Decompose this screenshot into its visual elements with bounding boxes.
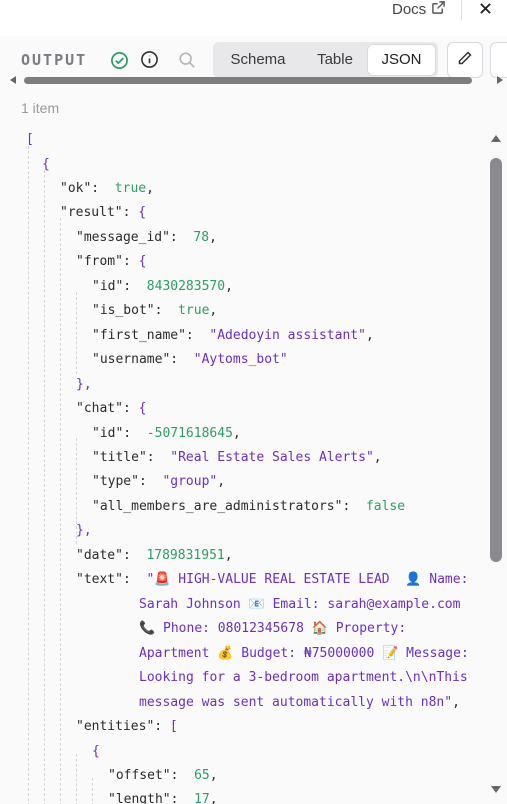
indent-guide [76,754,77,804]
json-line: "length": 17, [108,792,218,804]
json-line: }, [76,377,92,392]
json-line: "chat": { [76,401,147,416]
json-line: 📞 Phone: 08012345678 🏠 Property: [139,621,407,636]
docs-link[interactable]: Docs [392,0,446,18]
json-line: "ok": true, [60,181,154,196]
json-line: Apartment 💰 Budget: ₦75000000 📝 Message: [139,646,469,661]
tab-schema[interactable]: Schema [217,45,299,75]
json-line: "type": "group", [92,474,226,489]
json-line: "is_bot": true, [92,303,218,318]
json-line: "message_id": 78, [76,230,217,245]
docs-label: Docs [392,0,427,18]
json-line: "result": { [60,205,147,220]
indent-guide [60,218,61,804]
json-line: "from": { [76,254,147,269]
json-line: Sarah Johnson 📧 Email: sarah@example.com [139,597,461,612]
edit-button[interactable] [447,42,483,78]
top-bar: Docs [0,0,507,37]
output-label: OUTPUT [21,51,88,69]
indent-guide [28,146,29,804]
scroll-up-icon[interactable] [489,132,503,144]
json-line: { [42,157,50,172]
json-line: "id": 8430283570, [92,279,233,294]
indent-guide [76,292,77,374]
json-line: "title": "Real Estate Sales Alerts", [92,450,382,465]
info-icon[interactable] [139,49,159,69]
json-line: "username": "Aytoms_bot" [92,352,288,367]
close-icon [479,0,492,19]
item-count: 1 item [21,100,60,116]
json-line: }, [76,523,92,538]
vertical-scrollbar[interactable] [487,132,507,804]
json-viewer[interactable]: [ { "ok": true, "result": { "message_id"… [0,128,487,804]
horizontal-scroll-thumb[interactable] [24,77,472,84]
json-line: "all_members_are_administrators": false [92,499,406,514]
json-line: "text": "🚨 HIGH-VALUE REAL ESTATE LEAD 👤… [76,572,469,587]
scroll-down-icon[interactable] [489,784,503,796]
scroll-right-icon[interactable] [495,74,505,86]
json-line: "first_name": "Adedoyin assistant", [92,328,374,343]
pencil-icon [457,50,473,70]
close-button[interactable] [476,0,494,18]
scroll-left-icon[interactable] [8,74,18,86]
json-line: [ [26,132,34,147]
view-mode-switch: Schema Table JSON [213,42,438,78]
tab-table[interactable]: Table [301,45,369,75]
vertical-scroll-thumb[interactable] [490,158,502,562]
indent-guide [44,170,45,804]
json-line: Looking for a 3-bedroom apartment.\n\nTh… [139,670,468,685]
search-icon[interactable] [177,50,197,70]
json-line: "id": -5071618645, [92,426,241,441]
horizontal-scrollbar[interactable] [8,74,505,86]
more-options-button[interactable] [490,42,507,78]
json-line: "entities": [ [76,719,178,734]
json-line: message was sent automatically with n8n"… [139,695,460,710]
output-panel: OUTPUT Schema Table JSON 1 item [ {"ok"… [0,36,507,804]
check-circle-icon [109,50,129,70]
indent-guide [92,778,93,804]
json-line: "offset": 65, [108,768,218,783]
tab-json[interactable]: JSON [368,45,435,75]
json-line: "date": 1789831951, [76,548,233,563]
json-line: { [92,744,100,759]
top-divider [461,0,462,20]
external-link-icon [431,0,446,19]
